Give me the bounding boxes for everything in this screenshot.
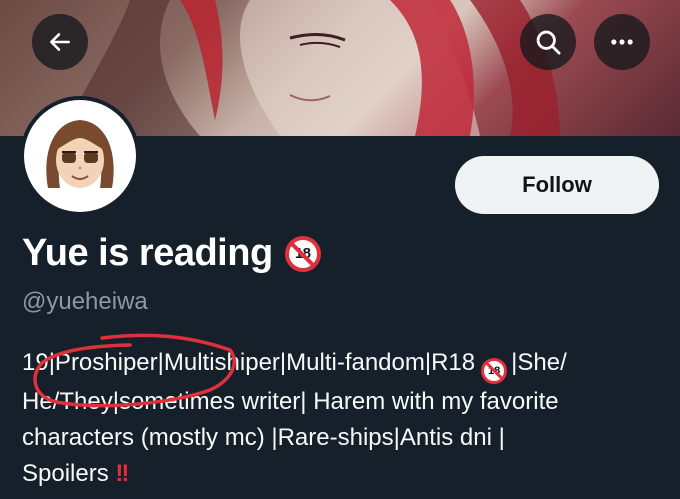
bio-line-1-text: 19|Proshiper|Multishiper|Multi-fandom|R1… bbox=[22, 349, 476, 376]
display-name: Yue is reading 18 bbox=[22, 232, 321, 275]
cartoon-avatar-icon bbox=[46, 120, 114, 188]
search-icon bbox=[536, 30, 561, 55]
profile-handle: @yueheiwa bbox=[22, 288, 148, 315]
follow-button[interactable]: Follow bbox=[455, 156, 659, 214]
bio-line-3: characters (mostly mc) |Rare-ships|Antis… bbox=[22, 424, 505, 451]
arrow-left-icon bbox=[50, 33, 70, 51]
avatar-image bbox=[24, 100, 136, 212]
avatar[interactable] bbox=[20, 96, 140, 216]
more-horizontal-icon bbox=[611, 39, 633, 45]
back-button[interactable] bbox=[32, 14, 88, 70]
profile-bio: 19|Proshiper|Multishiper|Multi-fandom|R1… bbox=[22, 345, 662, 492]
bio-line-2: He/They|sometimes writer| Harem with my … bbox=[22, 388, 559, 415]
no-under-18-icon: 18 bbox=[284, 235, 321, 272]
double-exclamation-icon: !! bbox=[115, 460, 129, 487]
bio-line-1-end: |She/ bbox=[511, 349, 567, 376]
search-button[interactable] bbox=[520, 14, 576, 70]
more-button[interactable] bbox=[594, 14, 650, 70]
bio-line-4-text: Spoilers bbox=[22, 460, 109, 487]
bio-line-4: Spoilers !! bbox=[22, 456, 662, 492]
display-name-text: Yue is reading bbox=[22, 232, 273, 274]
no-under-18-icon: 18 bbox=[481, 358, 508, 384]
bio-line-1: 19|Proshiper|Multishiper|Multi-fandom|R1… bbox=[22, 345, 662, 384]
